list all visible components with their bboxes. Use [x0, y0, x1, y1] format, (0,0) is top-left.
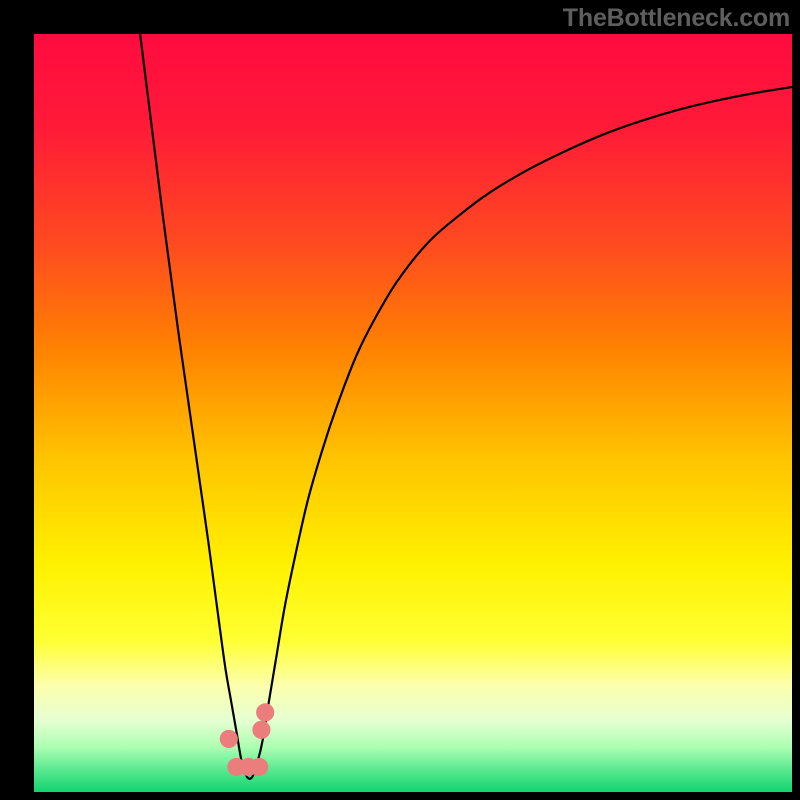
- data-marker: [220, 730, 238, 748]
- data-marker: [250, 758, 268, 776]
- watermark-text: TheBottleneck.com: [563, 4, 790, 33]
- plot-area: [34, 34, 792, 792]
- gradient-background: [34, 34, 792, 792]
- data-marker: [252, 721, 270, 739]
- outer-frame: TheBottleneck.com: [0, 0, 800, 800]
- plot-svg: [34, 34, 792, 792]
- data-marker: [256, 703, 274, 721]
